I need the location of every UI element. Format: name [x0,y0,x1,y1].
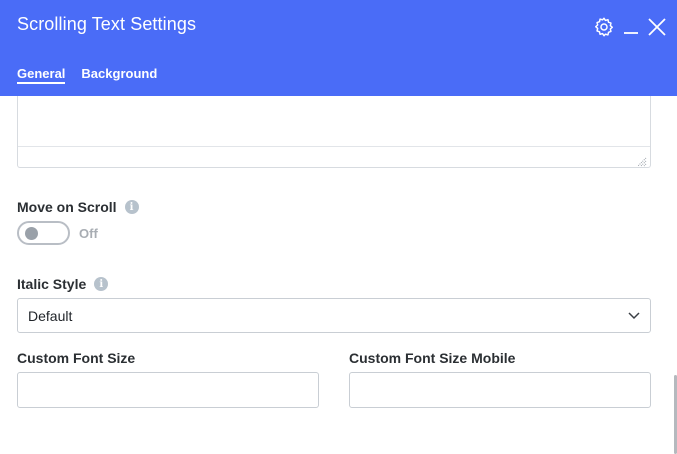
settings-panel: Scrolling Text Settings General Backgrou… [0,0,677,454]
custom-font-size-mobile-label: Custom Font Size Mobile [349,350,516,366]
move-on-scroll-label: Move on Scroll i [17,199,139,215]
panel-header: Scrolling Text Settings General Backgrou… [0,0,677,96]
text-content-textarea[interactable] [17,96,651,168]
italic-style-selected-value: Default [28,307,73,324]
gear-icon[interactable] [592,15,616,39]
tab-general[interactable]: General [17,66,66,84]
tab-bar: General Background [17,66,157,84]
move-on-scroll-label-text: Move on Scroll [17,199,117,215]
custom-font-size-mobile-input[interactable] [349,372,651,408]
toggle-knob [25,227,38,240]
italic-style-label-text: Italic Style [17,276,87,292]
info-icon[interactable]: i [94,277,109,291]
italic-style-label: Italic Style i [17,276,109,292]
custom-font-size-input[interactable] [17,372,319,408]
move-on-scroll-toggle[interactable] [17,221,70,245]
tab-background[interactable]: Background [81,66,157,84]
toggle-state-label: Off [79,226,98,241]
panel-title: Scrolling Text Settings [17,14,197,34]
custom-font-size-label: Custom Font Size [17,350,136,366]
resize-grip-icon[interactable] [637,154,647,167]
textarea-divider [18,146,650,147]
italic-style-select[interactable]: Default [17,298,651,333]
chevron-down-icon [628,307,640,325]
close-icon[interactable] [646,16,668,38]
info-icon[interactable]: i [124,200,139,214]
minimize-icon[interactable] [621,17,641,37]
